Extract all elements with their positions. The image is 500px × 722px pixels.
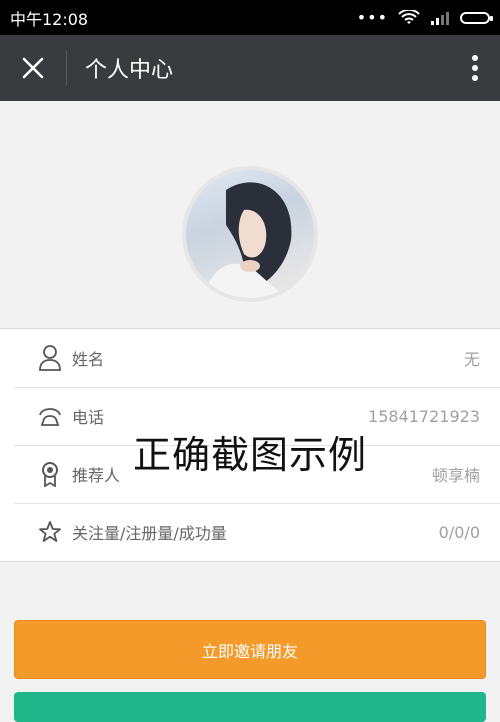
info-value: 无 bbox=[463, 350, 480, 369]
more-dots-icon: ••• bbox=[356, 8, 388, 27]
info-label: 姓名 bbox=[72, 350, 105, 369]
signal-icon bbox=[431, 11, 449, 25]
more-vertical-icon bbox=[472, 55, 478, 81]
watermark-text: 正确截图示例 bbox=[132, 433, 367, 477]
avatar-illustration bbox=[206, 182, 292, 298]
info-value: 15841721923 bbox=[368, 406, 480, 426]
page-title: 个人中心 bbox=[85, 58, 174, 83]
info-label: 关注量/注册量/成功量 bbox=[72, 524, 227, 543]
info-row-name[interactable]: 姓名 无 bbox=[0, 329, 500, 387]
avatar-image bbox=[186, 170, 314, 298]
secondary-button[interactable] bbox=[14, 692, 486, 722]
status-time: 中午12:08 bbox=[10, 9, 89, 29]
appbar-divider bbox=[66, 51, 67, 85]
close-icon bbox=[22, 57, 44, 79]
info-row-stats[interactable]: 关注量/注册量/成功量 0/0/0 bbox=[0, 503, 500, 561]
person-icon bbox=[36, 344, 64, 372]
status-bar: 中午12:08 ••• bbox=[0, 0, 500, 35]
wifi-icon bbox=[398, 9, 420, 24]
status-icons: ••• bbox=[356, 8, 493, 27]
app-bar: 个人中心 bbox=[0, 35, 500, 101]
more-button[interactable] bbox=[450, 35, 500, 101]
info-value: 0/0/0 bbox=[438, 522, 480, 542]
star-icon bbox=[36, 518, 64, 546]
close-button[interactable] bbox=[0, 35, 66, 101]
invite-friends-button[interactable]: 立即邀请朋友 bbox=[14, 620, 486, 679]
avatar[interactable] bbox=[182, 166, 318, 302]
battery-icon bbox=[460, 11, 493, 24]
